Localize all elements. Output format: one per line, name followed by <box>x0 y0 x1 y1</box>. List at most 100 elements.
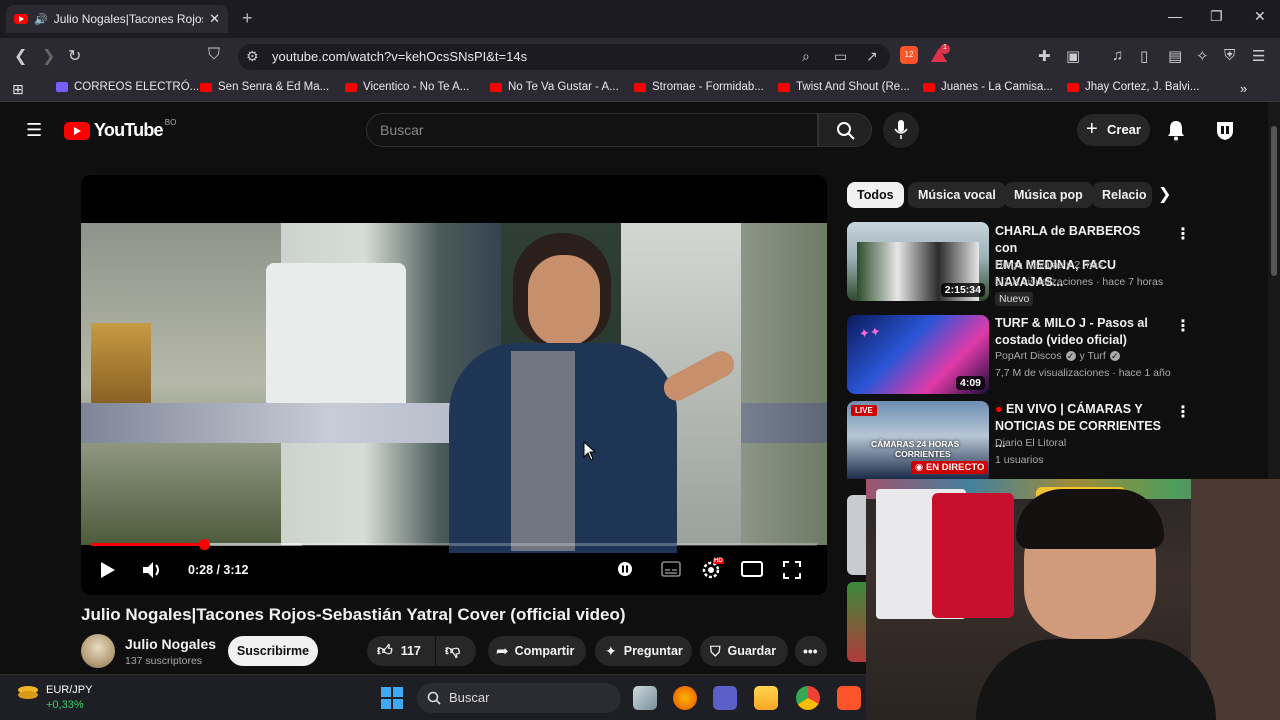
bookmark-item[interactable]: CORREOS ELECTRÓ... <box>56 81 199 93</box>
more-vertical-icon[interactable]: ⋮ <box>1175 224 1191 244</box>
progress-bar[interactable] <box>91 539 817 550</box>
youtube-favicon-icon <box>14 14 28 24</box>
settings-button[interactable]: HD <box>701 558 725 580</box>
task-view-icon[interactable] <box>633 686 657 710</box>
dislike-button[interactable]: 👎︎ <box>436 636 476 666</box>
more-vertical-icon[interactable]: ⋮ <box>1175 316 1191 336</box>
speaker-icon[interactable]: 🔊 <box>34 13 48 26</box>
bookmark-item[interactable]: No Te Va Gustar - A... <box>490 81 619 93</box>
play-icon[interactable] <box>100 561 116 579</box>
like-button[interactable]: 👍︎ 117 <box>367 636 435 666</box>
voice-search-button[interactable] <box>883 112 919 148</box>
windows-start-icon[interactable] <box>380 686 404 710</box>
fullscreen-icon[interactable] <box>783 561 801 579</box>
chips-next-icon[interactable]: ❯ <box>1158 184 1171 204</box>
browser-tab-active[interactable]: 🔊 Julio Nogales|Tacones Rojos ✕ <box>6 5 228 33</box>
leo-icon[interactable]: ✧ <box>1196 47 1209 65</box>
search-button[interactable] <box>818 113 872 147</box>
site-info-icon[interactable]: ⚙ <box>246 48 259 65</box>
volume-icon[interactable] <box>142 560 164 580</box>
chip-pop-music[interactable]: Música pop <box>1004 182 1093 208</box>
bookmark-item[interactable]: Sen Senra & Ed Ma... <box>200 81 329 93</box>
bookmark-label: Sen Senra & Ed Ma... <box>218 81 330 93</box>
rewards-icon[interactable]: 1 <box>930 44 950 64</box>
new-tab-icon[interactable]: + <box>242 8 253 29</box>
more-bookmarks-icon[interactable]: » <box>1240 81 1247 96</box>
recommended-channel-2[interactable]: PopArt Discos ✓ y Turf ✓ <box>995 350 1120 362</box>
recommended-thumbnail-3[interactable]: LIVE CÁMARAS 24 HORAS CORRIENTES ◉ EN DI… <box>847 401 989 479</box>
recommended-thumbnail-4[interactable] <box>847 495 867 575</box>
recommended-thumbnail-2[interactable]: ✦✦ 4:09 <box>847 315 989 394</box>
live-label-text: EN DIRECTO <box>925 462 985 473</box>
more-vertical-icon[interactable]: ⋮ <box>1175 402 1191 422</box>
ticker-widget[interactable] <box>16 684 38 700</box>
ask-button[interactable]: ✦ Preguntar <box>595 636 692 666</box>
share-page-icon[interactable]: ↗ <box>866 48 878 65</box>
recommended-channel-1[interactable]: Diego Navajas y 2 más <box>995 259 1103 271</box>
bookmark-icon[interactable]: ⛉ <box>208 46 220 64</box>
bookmark-item[interactable]: Stromae - Formidab... <box>634 81 764 93</box>
account-avatar-icon[interactable] <box>1214 119 1236 141</box>
apps-grid-icon[interactable]: ⊞ <box>12 81 24 98</box>
bookmark-item[interactable]: Twist And Shout (Re... <box>778 81 910 93</box>
create-label: Crear <box>1107 122 1141 137</box>
wallet-icon[interactable]: ▤ <box>1168 47 1182 65</box>
reload-icon[interactable]: ↻ <box>68 46 81 66</box>
vpn-icon[interactable]: ⛨ <box>1224 47 1235 64</box>
share-button[interactable]: ➦ Compartir <box>488 636 586 666</box>
channel-name[interactable]: Julio Nogales <box>125 636 216 652</box>
video-player[interactable]: 0:28 / 3:12 HD <box>81 175 827 595</box>
chrome-icon[interactable] <box>796 686 820 710</box>
chip-all[interactable]: Todos <box>847 182 904 208</box>
music-icon[interactable]: ♫ <box>1112 47 1123 64</box>
extensions-icon[interactable]: ✚ <box>1038 47 1051 65</box>
guide-menu-icon[interactable]: ☰ <box>26 120 42 141</box>
maximize-icon[interactable]: ❐ <box>1210 8 1223 25</box>
ticker-symbol[interactable]: EUR/JPY <box>46 684 92 696</box>
webcam-overlay <box>866 479 1280 720</box>
file-explorer-icon[interactable] <box>754 686 778 710</box>
close-tab-icon[interactable]: ✕ <box>209 11 220 27</box>
teams-icon[interactable] <box>713 686 737 710</box>
subscribe-button[interactable]: Suscribirme <box>228 636 318 666</box>
chip-related[interactable]: Relacio <box>1092 182 1152 208</box>
save-button[interactable]: ⛉ Guardar <box>700 636 788 666</box>
address-bar[interactable]: youtube.com/watch?v=kehOcsSNsPI&t=14s <box>238 44 890 70</box>
back-icon[interactable]: ❮ <box>14 46 27 66</box>
menu-icon[interactable]: ☰ <box>1252 47 1265 65</box>
cast-icon[interactable]: ▭ <box>834 48 847 65</box>
forward-icon[interactable]: ❯ <box>42 46 55 66</box>
sidebar-icon[interactable]: ▯ <box>1140 47 1148 65</box>
close-window-icon[interactable]: ✕ <box>1254 8 1266 25</box>
video-title: Julio Nogales|Tacones Rojos-Sebastián Ya… <box>81 605 626 624</box>
recommended-thumbnail-1[interactable]: 2:15:34 <box>847 222 989 301</box>
chip-vocal-music[interactable]: Música vocal <box>908 182 1006 208</box>
brave-browser-icon[interactable] <box>837 686 861 710</box>
firefox-icon[interactable] <box>673 686 697 710</box>
youtube-logo[interactable]: YouTube BO <box>64 118 176 141</box>
autoplay-toggle-icon[interactable] <box>617 561 633 577</box>
more-actions-button[interactable]: ••• <box>795 636 827 666</box>
search-input[interactable]: Buscar <box>366 113 818 147</box>
sidepanel-icon[interactable]: ▣ <box>1066 47 1080 65</box>
bookmark-item[interactable]: Jhay Cortez, J. Balvi... <box>1067 81 1199 93</box>
notifications-bell-icon[interactable] <box>1166 119 1186 141</box>
recommended-thumbnail-5[interactable] <box>847 582 867 662</box>
save-bookmark-icon: ⛉ <box>710 642 721 659</box>
recommended-channel-3[interactable]: Diario El Litoral <box>995 437 1066 449</box>
taskbar-search[interactable]: Buscar <box>417 683 621 713</box>
create-button[interactable]: + Crear <box>1077 114 1150 146</box>
minimize-icon[interactable]: — <box>1168 8 1182 24</box>
brave-shields-icon[interactable]: 12 <box>900 46 918 64</box>
theater-mode-icon[interactable] <box>741 561 763 577</box>
video-frame[interactable] <box>81 223 827 553</box>
subtitles-icon[interactable] <box>661 561 681 577</box>
bookmark-item[interactable]: Vicentico - No Te A... <box>345 81 469 93</box>
page-scrollbar[interactable] <box>1268 102 1280 479</box>
recommended-title-2[interactable]: TURF & MILO J - Pasos al costado (video … <box>995 315 1165 349</box>
zoom-icon[interactable]: ⌕ <box>802 48 810 65</box>
progress-scrubber[interactable] <box>199 539 211 550</box>
scrollbar-thumb[interactable] <box>1271 126 1277 276</box>
channel-avatar[interactable] <box>81 634 115 668</box>
bookmark-item[interactable]: Juanes - La Camisa... <box>923 81 1053 93</box>
